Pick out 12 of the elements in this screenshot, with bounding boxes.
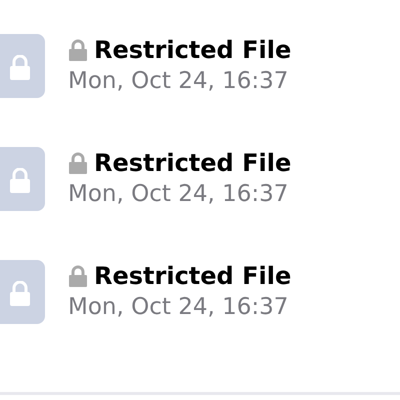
lock-icon <box>8 55 30 81</box>
lock-icon <box>68 152 88 174</box>
file-date: Mon, Oct 24, 16:37 <box>68 180 290 209</box>
file-date: Mon, Oct 24, 16:37 <box>68 293 290 322</box>
file-date: Mon, Oct 24, 16:37 <box>68 67 290 96</box>
file-title[interactable]: Restricted File <box>94 148 292 178</box>
file-title[interactable]: Restricted File <box>94 261 292 291</box>
lock-icon <box>8 281 30 307</box>
lock-icon <box>68 265 88 287</box>
lock-icon <box>68 39 88 61</box>
file-title[interactable]: Restricted File <box>94 35 292 65</box>
lock-icon <box>8 168 30 194</box>
